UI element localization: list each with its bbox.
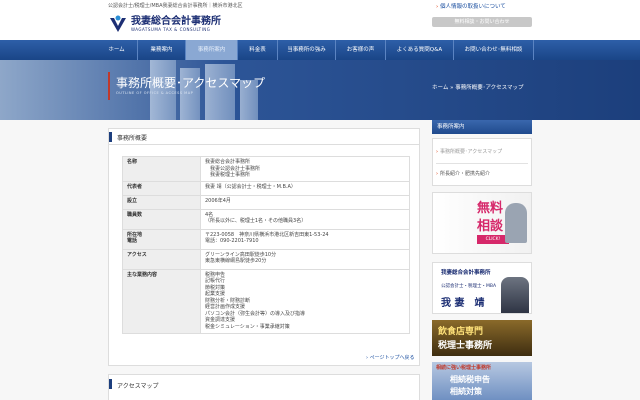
row-key: 主な業務内容 bbox=[122, 268, 201, 334]
top-bar: 公認会計士/税理士/MBA我妻総合会計事務所｜横浜市港北区 我妻総合会計事務所 … bbox=[0, 0, 640, 40]
table-row: 名称 我妻総合会計事務所 我妻公認会計士事務所 我妻税理士事務所 bbox=[122, 156, 410, 182]
logo-english: WAGATSUMA TAX & CONSULTING bbox=[131, 27, 211, 32]
site-logo[interactable]: 我妻総合会計事務所 WAGATSUMA TAX & CONSULTING bbox=[108, 13, 221, 35]
profile-banner[interactable]: 我妻総合会計事務所 公認会計士・税理士・MBA 我 妻 靖 bbox=[432, 262, 532, 314]
row-key: 名称 bbox=[122, 156, 201, 182]
row-value: 税務申告 記帳代行 節税対策 起業支援 財務分析・財務診断 経営計画作成支援 パ… bbox=[200, 268, 410, 334]
row-value: 4名 （所長以外に、税理士1名・その他職員3名） bbox=[200, 208, 410, 230]
site-description: 公認会計士/税理士/MBA我妻総合会計事務所｜横浜市港北区 bbox=[108, 3, 243, 9]
section-title: アクセスマップ bbox=[117, 383, 159, 390]
nav-contact[interactable]: お問い合わせ･無料相談 bbox=[454, 40, 534, 60]
sidebar-heading: 事務所案内 bbox=[432, 120, 532, 134]
row-key: 設立 bbox=[122, 194, 201, 210]
banner-text: 相続税申告 bbox=[450, 375, 490, 384]
sidebar-menu: › 事務所概要･アクセスマップ › 所長紹介・肥携先紹介 bbox=[432, 138, 532, 186]
consult-button[interactable]: 無料相談・お問い合わせ bbox=[432, 17, 532, 27]
restaurant-tax-banner[interactable]: 飲食店専門 税理士事務所 bbox=[432, 320, 532, 356]
sidebar-item-director[interactable]: › 所長紹介・肥携先紹介 bbox=[436, 170, 490, 177]
office-info-table: 名称 我妻総合会計事務所 我妻公認会計士事務所 我妻税理士事務所 代表者 我妻 … bbox=[122, 156, 410, 334]
section-accent-bar bbox=[109, 379, 112, 389]
banner-text: 我 妻 靖 bbox=[441, 298, 485, 309]
free-consult-banner[interactable]: 無料 相談 CLICK! bbox=[432, 192, 532, 254]
row-key: 代表者 bbox=[122, 180, 201, 196]
breadcrumb[interactable]: ホーム » 事務所概要･アクセスマップ bbox=[432, 83, 524, 91]
nav-voices[interactable]: お客様の声 bbox=[336, 40, 386, 60]
banner-text: 相談 bbox=[477, 219, 504, 234]
table-row: アクセス グリーンライン高田駅徒歩10分 東急東横線綱島駅徒歩20分 bbox=[122, 248, 410, 270]
banner-text: 税理士事務所 bbox=[438, 341, 493, 351]
access-map-section: アクセスマップ bbox=[108, 374, 420, 400]
page-hero: 事務所概要･アクセスマップ OUTLINE OF OFFICE & ACCESS… bbox=[0, 60, 640, 120]
nav-strengths[interactable]: 当事務所の強み bbox=[278, 40, 336, 60]
nav-services[interactable]: 業務案内 bbox=[138, 40, 186, 60]
table-row: 設立 2006年4月 bbox=[122, 194, 410, 210]
banner-text: 相続に強い税理士事務所 bbox=[436, 365, 492, 371]
table-row: 所在地 電話 〒223-0058 神奈川県横浜市港北区新吉田東1-53-24 電… bbox=[122, 228, 410, 250]
banner-text: 相続対策 bbox=[450, 387, 482, 396]
nav-office[interactable]: 事務所案内 bbox=[186, 40, 238, 60]
banner-text: 飲食店専門 bbox=[438, 327, 484, 337]
portrait-image bbox=[501, 277, 529, 313]
inheritance-tax-banner[interactable]: 相続に強い税理士事務所 相続税申告 相続対策 bbox=[432, 362, 532, 400]
banner-text: 無料 bbox=[477, 201, 504, 216]
arrow-right-icon: › bbox=[436, 171, 438, 177]
logo-mark-icon bbox=[108, 14, 128, 34]
row-key: アクセス bbox=[122, 248, 201, 270]
row-value: 〒223-0058 神奈川県横浜市港北区新吉田東1-53-24 電話：090-2… bbox=[200, 228, 410, 250]
row-value: 我妻 靖（公認会計士・税理士・M.B.A） bbox=[200, 180, 410, 196]
nav-faq[interactable]: よくある質問Q&A bbox=[386, 40, 454, 60]
row-value: 我妻総合会計事務所 我妻公認会計士事務所 我妻税理士事務所 bbox=[200, 156, 410, 182]
table-row: 代表者 我妻 靖（公認会計士・税理士・M.B.A） bbox=[122, 180, 410, 196]
sidebar-item-label: 所長紹介・肥携先紹介 bbox=[440, 171, 491, 177]
sidebar-item-outline[interactable]: › 事務所概要･アクセスマップ bbox=[436, 148, 502, 155]
row-key: 所在地 電話 bbox=[122, 228, 201, 250]
privacy-link-label: 個人情報の取扱いについて bbox=[439, 4, 506, 10]
operator-image bbox=[505, 203, 527, 243]
row-key: 職員数 bbox=[122, 208, 201, 230]
section-accent-bar bbox=[109, 132, 112, 142]
logo-name: 我妻総合会計事務所 bbox=[131, 16, 221, 27]
table-row: 職員数 4名 （所長以外に、税理士1名・その他職員3名） bbox=[122, 208, 410, 230]
sidebar-item-label: 事務所概要･アクセスマップ bbox=[440, 149, 503, 155]
section-header: 事務所概要 bbox=[109, 129, 419, 145]
building-image bbox=[205, 64, 235, 120]
global-nav: ホーム 業務案内 事務所案内 料金表 当事務所の強み お客様の声 よくある質問Q… bbox=[0, 40, 640, 60]
divider bbox=[436, 163, 528, 164]
page-top-label: ページトップへ戻る bbox=[369, 355, 415, 361]
section-title: 事務所概要 bbox=[117, 135, 148, 142]
nav-fees[interactable]: 料金表 bbox=[238, 40, 278, 60]
banner-text: 公認会計士・税理士・MBA bbox=[441, 284, 497, 289]
title-accent-bar bbox=[108, 72, 110, 100]
privacy-link[interactable]: › 個人情報の取扱いについて bbox=[436, 2, 506, 10]
row-value: グリーンライン高田駅徒歩10分 東急東横線綱島駅徒歩20分 bbox=[200, 248, 410, 270]
arrow-right-icon: › bbox=[436, 149, 438, 155]
page-title: 事務所概要･アクセスマップ bbox=[116, 76, 266, 90]
row-value: 2006年4月 bbox=[200, 194, 410, 210]
page-top-link[interactable]: › ページトップへ戻る bbox=[366, 354, 415, 361]
nav-home[interactable]: ホーム bbox=[96, 40, 138, 60]
page-subtitle: OUTLINE OF OFFICE & ACCESS MAP bbox=[116, 91, 194, 95]
table-row: 主な業務内容 税務申告 記帳代行 節税対策 起業支援 財務分析・財務診断 経営計… bbox=[122, 268, 410, 334]
banner-text: 我妻総合会計事務所 bbox=[441, 270, 491, 276]
